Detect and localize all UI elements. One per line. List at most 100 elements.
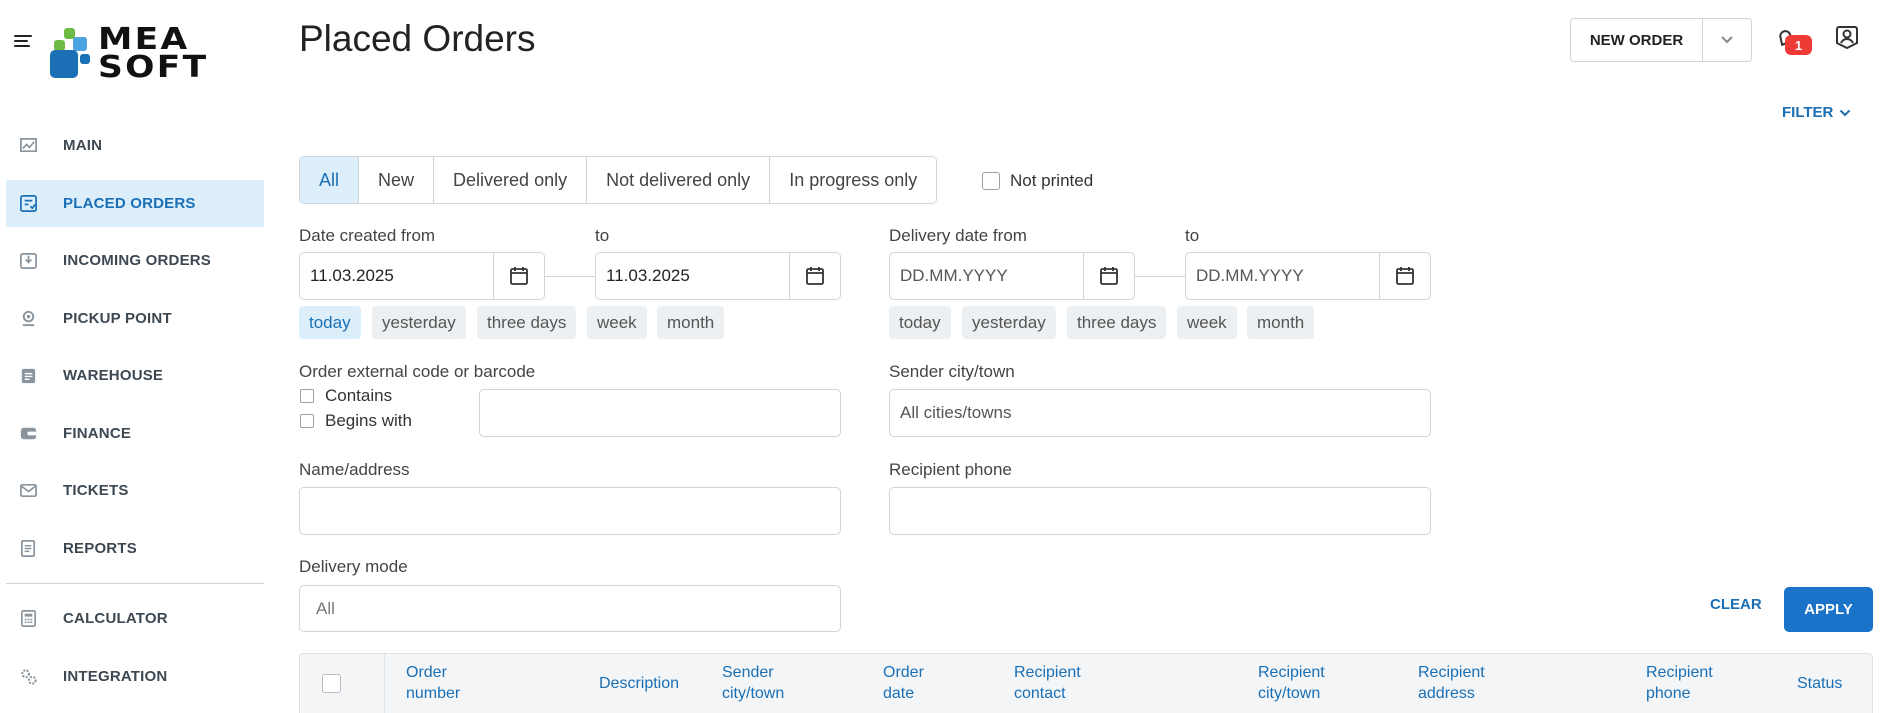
tab-new[interactable]: New bbox=[359, 157, 435, 203]
delivery-date-from-label: Delivery date from bbox=[889, 226, 1027, 245]
range-chip-today[interactable]: today bbox=[299, 306, 361, 339]
gears-icon bbox=[21, 669, 37, 685]
sidebar-item-tickets[interactable]: TICKETS bbox=[6, 467, 264, 514]
date-created-from-input[interactable]: 11.03.2025 bbox=[300, 253, 494, 299]
filter-label: FILTER bbox=[1782, 104, 1834, 121]
column-header-line: Recipient bbox=[1646, 664, 1713, 681]
column-header-recipient-phone[interactable]: Recipient phone bbox=[1646, 662, 1713, 704]
recipient-phone-label: Recipient phone bbox=[889, 460, 1012, 479]
column-header-line: Description bbox=[599, 675, 680, 692]
delivery-range-chip-yesterday[interactable]: yesterday bbox=[962, 306, 1056, 339]
tab-delivered-only[interactable]: Delivered only bbox=[434, 157, 588, 203]
logo-text-line2: SOFT bbox=[98, 50, 209, 85]
date-range-connector bbox=[545, 276, 595, 277]
sidebar-item-label: INTEGRATION bbox=[63, 668, 168, 685]
sidebar-item-incoming-orders[interactable]: INCOMING ORDERS bbox=[6, 237, 264, 284]
column-header-description[interactable]: Description bbox=[599, 673, 679, 694]
column-header-order-date[interactable]: Order date bbox=[883, 662, 924, 704]
column-header-recipient-contact[interactable]: Recipient contact bbox=[1014, 662, 1081, 704]
column-header-line: Sender bbox=[722, 664, 774, 681]
code-input[interactable] bbox=[479, 389, 841, 437]
sidebar-item-placed-orders[interactable]: PLACED ORDERS bbox=[6, 180, 264, 227]
chevron-down-icon bbox=[1840, 109, 1851, 116]
page-title: Placed Orders bbox=[299, 18, 536, 59]
name-address-label: Name/address bbox=[299, 460, 410, 479]
range-chip-month[interactable]: month bbox=[657, 306, 725, 339]
range-chip-week[interactable]: week bbox=[587, 306, 647, 339]
inbox-icon bbox=[20, 252, 37, 269]
not-printed-checkbox[interactable] bbox=[982, 172, 1000, 190]
sidebar-item-label: TICKETS bbox=[63, 482, 129, 499]
filter-toggle[interactable]: FILTER bbox=[1782, 104, 1851, 121]
sidebar-item-calculator[interactable]: CALCULATOR bbox=[6, 595, 264, 642]
begins-with-checkbox[interactable] bbox=[300, 414, 314, 428]
new-order-dropdown-button[interactable] bbox=[1703, 19, 1751, 61]
calendar-icon bbox=[1100, 267, 1118, 285]
column-header-status[interactable]: Status bbox=[1797, 673, 1842, 694]
select-all-checkbox[interactable] bbox=[322, 674, 341, 693]
tab-in-progress-only[interactable]: In progress only bbox=[770, 157, 937, 203]
sidebar-item-main[interactable]: MAIN bbox=[6, 122, 264, 169]
calendar-button[interactable] bbox=[790, 253, 840, 299]
column-header-recipient-city[interactable]: Recipient city/town bbox=[1258, 662, 1325, 704]
delivery-range-chip-month[interactable]: month bbox=[1247, 306, 1315, 339]
sidebar-item-label: FINANCE bbox=[63, 425, 132, 442]
column-header-line: address bbox=[1418, 685, 1475, 702]
column-header-sender-city[interactable]: Sender city/town bbox=[722, 662, 784, 704]
sidebar-item-label: MAIN bbox=[63, 137, 103, 154]
report-icon bbox=[20, 540, 36, 557]
column-header-recipient-address[interactable]: Recipient address bbox=[1418, 662, 1485, 704]
range-chip-yesterday[interactable]: yesterday bbox=[372, 306, 466, 339]
calendar-icon bbox=[806, 267, 824, 285]
clear-button[interactable]: CLEAR bbox=[1710, 596, 1762, 613]
new-order-button[interactable]: NEW ORDER bbox=[1571, 19, 1703, 61]
column-header-line: city/town bbox=[1258, 685, 1321, 702]
column-header-line: date bbox=[883, 685, 915, 702]
delivery-range-chip-three-days[interactable]: three days bbox=[1067, 306, 1167, 339]
sidebar-item-label: REPORTS bbox=[63, 540, 137, 557]
calendar-button[interactable] bbox=[1084, 253, 1134, 299]
user-profile-icon[interactable] bbox=[1834, 24, 1860, 50]
sidebar-item-integration[interactable]: INTEGRATION bbox=[6, 653, 264, 700]
date-created-to-label: to bbox=[595, 226, 610, 245]
sender-city-input[interactable]: All cities/towns bbox=[889, 389, 1431, 437]
wallet-icon bbox=[20, 427, 37, 440]
clipboard-icon bbox=[21, 368, 36, 384]
delivery-date-from-input[interactable]: DD.MM.YYYY bbox=[890, 253, 1084, 299]
delivery-date-to-label: to bbox=[1185, 226, 1200, 245]
sidebar-item-pickup-point[interactable]: PICKUP POINT bbox=[6, 295, 264, 342]
calculator-icon bbox=[20, 610, 37, 627]
chevron-down-icon bbox=[1721, 36, 1733, 44]
tab-all[interactable]: All bbox=[300, 157, 360, 203]
column-header-order-number[interactable]: Order number bbox=[406, 662, 460, 704]
delivery-mode-select[interactable]: All bbox=[299, 585, 841, 632]
sidebar-item-finance[interactable]: FINANCE bbox=[6, 410, 264, 457]
column-header-line: Recipient bbox=[1014, 664, 1081, 681]
calendar-icon bbox=[1396, 267, 1414, 285]
date-created-to-input[interactable]: 11.03.2025 bbox=[596, 253, 790, 299]
calendar-button[interactable] bbox=[494, 253, 544, 299]
range-chip-three-days[interactable]: three days bbox=[477, 306, 577, 339]
sidebar-item-warehouse[interactable]: WAREHOUSE bbox=[6, 352, 264, 399]
recipient-phone-input[interactable] bbox=[889, 487, 1431, 535]
sidebar-item-label: PLACED ORDERS bbox=[63, 195, 196, 212]
apply-button[interactable]: APPLY bbox=[1784, 587, 1873, 632]
sidebar-item-label: CALCULATOR bbox=[63, 610, 168, 627]
contains-checkbox[interactable] bbox=[300, 389, 314, 403]
calendar-button[interactable] bbox=[1380, 253, 1430, 299]
tab-not-delivered-only[interactable]: Not delivered only bbox=[587, 157, 771, 203]
column-header-line: Order bbox=[406, 664, 447, 681]
column-header-line: Recipient bbox=[1258, 664, 1325, 681]
envelope-icon bbox=[20, 483, 37, 498]
sidebar-item-reports[interactable]: REPORTS bbox=[6, 525, 264, 572]
delivery-date-to-input[interactable]: DD.MM.YYYY bbox=[1186, 253, 1380, 299]
menu-icon[interactable] bbox=[14, 35, 32, 47]
code-label: Order external code or barcode bbox=[299, 362, 536, 381]
sidebar-item-label: INCOMING ORDERS bbox=[63, 252, 212, 269]
name-address-input[interactable] bbox=[299, 487, 841, 535]
status-filter-tabs: All New Delivered only Not delivered onl… bbox=[299, 156, 938, 204]
not-printed-label: Not printed bbox=[1010, 171, 1094, 190]
delivery-range-chip-week[interactable]: week bbox=[1177, 306, 1237, 339]
delivery-range-chip-today[interactable]: today bbox=[889, 306, 951, 339]
column-header-line: city/town bbox=[722, 685, 785, 702]
